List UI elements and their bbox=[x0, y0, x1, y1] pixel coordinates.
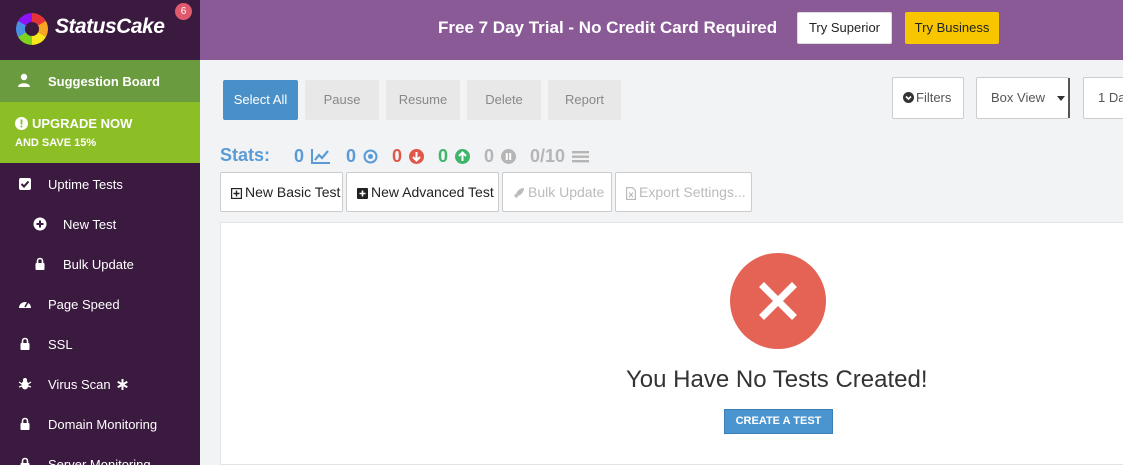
stat-active-value: 0 bbox=[346, 145, 357, 166]
stat-paused-value: 0 bbox=[484, 145, 495, 166]
stat-down[interactable]: 0 bbox=[392, 145, 425, 167]
try-business-button[interactable]: Try Business bbox=[905, 12, 999, 44]
arrow-circle-up-icon bbox=[455, 148, 471, 164]
sidebar-item-label: Server Monitoring bbox=[48, 457, 151, 465]
line-chart-icon bbox=[311, 149, 331, 165]
new-advanced-test-label: New Advanced Test bbox=[371, 184, 494, 200]
sidebar: Suggestion Board UPGRADE NOW AND SAVE 15… bbox=[0, 60, 200, 465]
sidebar-item-label: New Test bbox=[63, 217, 117, 232]
upgrade-banner[interactable]: UPGRADE NOW AND SAVE 15% bbox=[0, 102, 200, 163]
stat-total[interactable]: 0 bbox=[294, 145, 331, 167]
stat-up[interactable]: 0 bbox=[438, 145, 471, 167]
sidebar-item-label: Virus Scan bbox=[48, 377, 111, 392]
sidebar-item-virus-scan[interactable]: Virus Scan bbox=[0, 364, 200, 404]
stat-active[interactable]: 0 bbox=[346, 145, 378, 167]
sidebar-item-label: Uptime Tests bbox=[48, 177, 123, 192]
stat-quota[interactable]: 0/10 bbox=[530, 145, 590, 167]
pause-circle-icon bbox=[501, 148, 517, 164]
sidebar-item-label: Suggestion Board bbox=[48, 74, 160, 89]
sidebar-item-ssl[interactable]: SSL bbox=[0, 324, 200, 364]
notification-badge[interactable]: 6 bbox=[175, 3, 192, 20]
lock-icon bbox=[35, 257, 45, 270]
new-advanced-test-button[interactable]: New Advanced Test bbox=[346, 172, 499, 212]
trial-banner-text: Free 7 Day Trial - No Credit Card Requir… bbox=[438, 18, 778, 37]
asterisk-icon bbox=[117, 379, 128, 390]
plus-circle-icon bbox=[33, 217, 47, 231]
sidebar-item-bulk-update[interactable]: Bulk Update bbox=[0, 244, 200, 284]
upgrade-line2: AND SAVE 15% bbox=[15, 137, 97, 149]
user-icon bbox=[18, 73, 30, 87]
sidebar-item-label: Bulk Update bbox=[63, 257, 134, 272]
plus-square-icon bbox=[357, 187, 368, 199]
filters-label: Filters bbox=[916, 90, 952, 105]
list-icon bbox=[572, 150, 590, 163]
brand-name: StatusCake bbox=[55, 15, 165, 38]
bug-icon bbox=[18, 378, 32, 390]
create-test-button[interactable]: CREATE A TEST bbox=[724, 409, 833, 434]
pause-button[interactable]: Pause bbox=[305, 80, 379, 120]
sidebar-item-page-speed[interactable]: Page Speed bbox=[0, 284, 200, 324]
new-basic-test-button[interactable]: New Basic Test bbox=[220, 172, 343, 212]
view-select[interactable]: Box View bbox=[976, 77, 1070, 119]
sidebar-item-suggestion-board[interactable]: Suggestion Board bbox=[0, 60, 200, 102]
sidebar-item-label: Page Speed bbox=[48, 297, 120, 312]
sidebar-item-uptime-tests[interactable]: Uptime Tests bbox=[0, 164, 200, 204]
export-settings-label: Export Settings... bbox=[639, 184, 746, 200]
new-basic-test-label: New Basic Test bbox=[245, 184, 341, 200]
statuscake-logo-icon bbox=[16, 13, 48, 45]
logo-area[interactable]: StatusCake bbox=[0, 0, 200, 60]
dot-circle-icon bbox=[363, 149, 378, 164]
tests-panel bbox=[220, 222, 1123, 465]
sidebar-item-label: SSL bbox=[48, 337, 73, 352]
stat-quota-value: 0/10 bbox=[530, 145, 566, 166]
lock-icon bbox=[20, 337, 30, 350]
file-excel-icon bbox=[626, 186, 636, 200]
stat-total-value: 0 bbox=[294, 145, 305, 166]
lock-icon bbox=[20, 457, 30, 465]
upgrade-line1: UPGRADE NOW bbox=[32, 116, 133, 131]
empty-state-title: You Have No Tests Created! bbox=[626, 366, 928, 393]
check-square-icon bbox=[19, 178, 31, 190]
plus-square-o-icon bbox=[231, 187, 242, 199]
resume-button[interactable]: Resume bbox=[386, 80, 460, 120]
caret-down-icon bbox=[1057, 96, 1065, 101]
view-select-value: Box View bbox=[991, 90, 1045, 105]
error-icon bbox=[730, 253, 826, 349]
stat-up-value: 0 bbox=[438, 145, 449, 166]
exclamation-circle-icon bbox=[15, 117, 28, 130]
bulk-update-button[interactable]: Bulk Update bbox=[502, 172, 612, 212]
try-superior-button[interactable]: Try Superior bbox=[797, 12, 892, 44]
bulk-update-label: Bulk Update bbox=[528, 184, 605, 200]
chevron-circle-down-icon bbox=[903, 92, 914, 103]
select-divider bbox=[1068, 78, 1070, 118]
rocket-icon bbox=[514, 188, 524, 199]
stat-paused[interactable]: 0 bbox=[484, 145, 517, 167]
sidebar-item-server-monitoring[interactable]: Server Monitoring bbox=[0, 444, 200, 465]
close-icon bbox=[759, 282, 797, 320]
stats-label: Stats: bbox=[220, 145, 271, 165]
lock-icon bbox=[20, 417, 30, 430]
arrow-circle-down-icon bbox=[409, 148, 425, 164]
export-settings-button[interactable]: Export Settings... bbox=[615, 172, 752, 212]
delete-button[interactable]: Delete bbox=[467, 80, 541, 120]
period-select[interactable]: 1 Da bbox=[1083, 77, 1123, 119]
sidebar-item-new-test[interactable]: New Test bbox=[0, 204, 200, 244]
filters-button[interactable]: Filters bbox=[892, 77, 964, 119]
report-button[interactable]: Report bbox=[548, 80, 621, 120]
speedometer-icon bbox=[19, 301, 31, 308]
select-all-button[interactable]: Select All bbox=[223, 80, 298, 120]
sidebar-item-label: Domain Monitoring bbox=[48, 417, 158, 432]
upgrade-title: UPGRADE NOW bbox=[15, 116, 132, 131]
sidebar-item-domain-monitoring[interactable]: Domain Monitoring bbox=[0, 404, 200, 444]
stat-down-value: 0 bbox=[392, 145, 403, 166]
